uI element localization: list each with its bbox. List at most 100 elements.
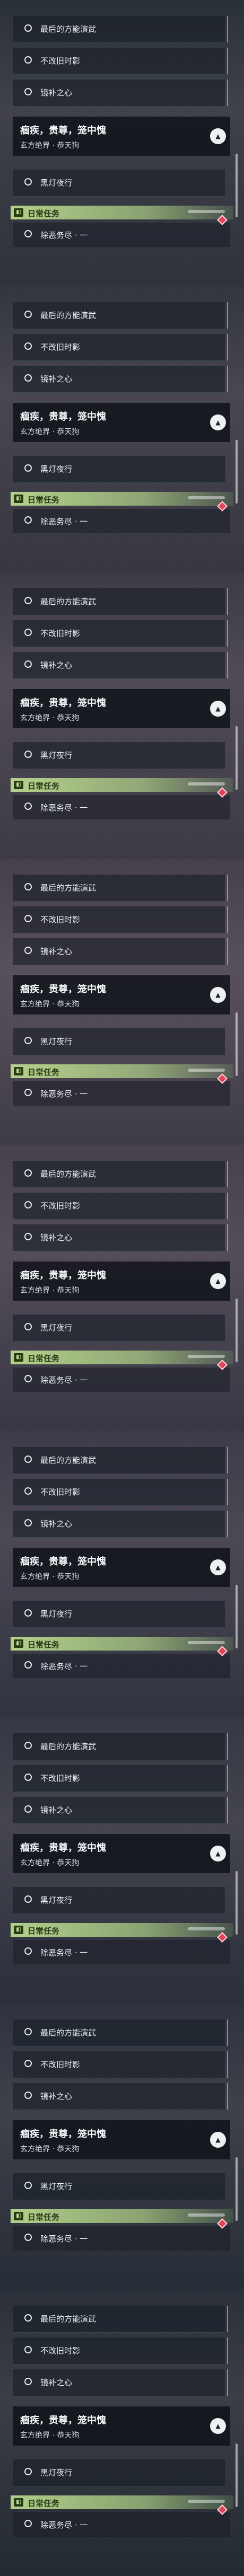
- quest-subtitle: 玄方绝界 · 恭天狗: [20, 142, 80, 150]
- quest-item[interactable]: 不改旧时影: [13, 1479, 228, 1506]
- objective-circle-icon: [24, 88, 32, 95]
- daily-quest-header[interactable]: ◧ 日常任务: [11, 1351, 233, 1364]
- daily-task-item[interactable]: 除恶务尽 · 一: [13, 1073, 230, 1106]
- quest-item[interactable]: 不改旧时影: [13, 1193, 228, 1220]
- quest-title: 痼疾，贵尊，笼中愧: [20, 1556, 106, 1567]
- daily-quest-header[interactable]: ◧ 日常任务: [11, 1064, 233, 1078]
- scrollbar[interactable]: [236, 1299, 238, 1362]
- quest-item[interactable]: 最后的方能演武: [13, 588, 228, 615]
- quest-item[interactable]: 不改旧时影: [13, 906, 228, 933]
- panel-edge: [227, 366, 228, 392]
- daily-task-item[interactable]: 除恶务尽 · 一: [13, 1360, 230, 1392]
- daily-quest-header[interactable]: ◧ 日常任务: [11, 492, 233, 506]
- daily-quest-header[interactable]: ◧ 日常任务: [11, 1923, 233, 1937]
- scrollbar[interactable]: [236, 1871, 238, 1935]
- quest-item[interactable]: 镜补之心: [13, 1224, 228, 1251]
- chevron-up-icon[interactable]: ▲: [210, 1846, 226, 1862]
- daily-quest-header[interactable]: ◧ 日常任务: [11, 1637, 233, 1651]
- scrollbar[interactable]: [236, 440, 238, 504]
- scrollbar[interactable]: [236, 2157, 238, 2221]
- quest-item[interactable]: 镜补之心: [13, 1511, 228, 1538]
- quest-item[interactable]: 镜补之心: [13, 2369, 228, 2396]
- quest-header[interactable]: 痼疾，贵尊，笼中愧 玄方绝界 · 恭天狗 ▲: [13, 1834, 230, 1873]
- daily-quest-icon: ◧: [14, 2498, 23, 2507]
- quest-item[interactable]: 镜补之心: [13, 938, 228, 965]
- quest-item-label: 最后的方能演武: [40, 311, 97, 320]
- daily-quest-header[interactable]: ◧ 日常任务: [11, 2495, 233, 2509]
- quest-item[interactable]: 不改旧时影: [13, 334, 228, 361]
- quest-item[interactable]: 黑灯夜行: [13, 1315, 225, 1342]
- quest-item[interactable]: 黑灯夜行: [13, 170, 225, 197]
- daily-task-item[interactable]: 除恶务尽 · 一: [13, 1932, 230, 1964]
- chevron-up-icon[interactable]: ▲: [210, 2132, 226, 2148]
- quest-item[interactable]: 最后的方能演武: [13, 302, 228, 329]
- quest-item[interactable]: 镜补之心: [13, 366, 228, 393]
- chevron-up-icon[interactable]: ▲: [210, 987, 226, 1003]
- daily-quest-header[interactable]: ◧ 日常任务: [11, 778, 233, 792]
- chevron-up-icon[interactable]: ▲: [210, 128, 226, 144]
- quest-header[interactable]: 痼疾，贵尊，笼中愧 玄方绝界 · 恭天狗 ▲: [13, 117, 230, 156]
- quest-item[interactable]: 黑灯夜行: [13, 1028, 225, 1055]
- chevron-up-icon[interactable]: ▲: [210, 2418, 226, 2434]
- quest-item[interactable]: 镜补之心: [13, 80, 228, 107]
- quest-item[interactable]: 最后的方能演武: [13, 1733, 228, 1760]
- quest-item[interactable]: 黑灯夜行: [13, 2173, 225, 2200]
- objective-circle-icon: [24, 342, 32, 350]
- panel-edge: [227, 80, 228, 106]
- scrollbar[interactable]: [236, 1012, 238, 1076]
- quest-item[interactable]: 黑灯夜行: [13, 2459, 225, 2486]
- quest-item[interactable]: 不改旧时影: [13, 2051, 228, 2078]
- chevron-up-icon[interactable]: ▲: [210, 414, 226, 430]
- objective-circle-icon: [24, 1089, 32, 1096]
- daily-quest-header[interactable]: ◧ 日常任务: [11, 206, 233, 219]
- chevron-up-icon[interactable]: ▲: [210, 1559, 226, 1575]
- scrollbar[interactable]: [236, 154, 238, 217]
- daily-task-item[interactable]: 除恶务尽 · 一: [13, 2504, 230, 2537]
- quest-item[interactable]: 最后的方能演武: [13, 875, 228, 902]
- daily-task-item[interactable]: 除恶务尽 · 一: [13, 2218, 230, 2251]
- quest-item[interactable]: 不改旧时影: [13, 1765, 228, 1792]
- quest-item[interactable]: 不改旧时影: [13, 48, 228, 75]
- quest-item[interactable]: 最后的方能演武: [13, 2306, 228, 2333]
- quest-item[interactable]: 镜补之心: [13, 652, 228, 679]
- daily-quest-icon: ◧: [14, 1353, 23, 1362]
- quest-header[interactable]: 痼疾，贵尊，笼中愧 玄方绝界 · 恭天狗 ▲: [13, 2120, 230, 2159]
- scrollbar[interactable]: [236, 2443, 238, 2507]
- scrollbar[interactable]: [236, 726, 238, 790]
- quest-item[interactable]: 最后的方能演武: [13, 2019, 228, 2046]
- quest-item[interactable]: 黑灯夜行: [13, 742, 225, 769]
- quest-item-label: 黑灯夜行: [40, 464, 73, 474]
- quest-header[interactable]: 痼疾，贵尊，笼中愧 玄方绝界 · 恭天狗 ▲: [13, 403, 230, 442]
- daily-task-item[interactable]: 除恶务尽 · 一: [13, 501, 230, 533]
- quest-item-label: 镜补之心: [40, 947, 73, 956]
- quest-item[interactable]: 不改旧时影: [13, 620, 228, 647]
- daily-task-label: 除恶务尽 · 一: [40, 2234, 88, 2244]
- quest-header[interactable]: 痼疾，贵尊，笼中愧 玄方绝界 · 恭天狗 ▲: [13, 1261, 230, 1301]
- daily-quest-header[interactable]: ◧ 日常任务: [11, 2209, 233, 2223]
- daily-task-item[interactable]: 除恶务尽 · 一: [13, 1646, 230, 1678]
- chevron-up-icon[interactable]: ▲: [210, 701, 226, 717]
- quest-item-label: 不改旧时影: [40, 2346, 81, 2356]
- daily-task-item[interactable]: 除恶务尽 · 一: [13, 787, 230, 819]
- daily-task-item[interactable]: 除恶务尽 · 一: [13, 215, 230, 247]
- quest-header[interactable]: 痼疾，贵尊，笼中愧 玄方绝界 · 恭天狗 ▲: [13, 975, 230, 1014]
- quest-header[interactable]: 痼疾，贵尊，笼中愧 玄方绝界 · 恭天狗 ▲: [13, 1548, 230, 1587]
- quest-item-label: 镜补之心: [40, 1519, 73, 1529]
- quest-item[interactable]: 镜补之心: [13, 1797, 228, 1824]
- quest-header[interactable]: 痼疾，贵尊，笼中愧 玄方绝界 · 恭天狗 ▲: [13, 689, 230, 728]
- quest-item[interactable]: 最后的方能演武: [13, 1447, 228, 1474]
- quest-header[interactable]: 痼疾，贵尊，笼中愧 玄方绝界 · 恭天狗 ▲: [13, 2406, 230, 2446]
- quest-item-label: 不改旧时影: [40, 56, 81, 66]
- quest-item[interactable]: 不改旧时影: [13, 2337, 228, 2365]
- quest-item[interactable]: 镜补之心: [13, 2083, 228, 2110]
- quest-item[interactable]: 黑灯夜行: [13, 1601, 225, 1628]
- quest-item[interactable]: 黑灯夜行: [13, 456, 225, 483]
- chevron-up-icon[interactable]: ▲: [210, 1273, 226, 1289]
- quest-item[interactable]: 黑灯夜行: [13, 1887, 225, 1914]
- daily-quest-label: 日常任务: [28, 2499, 60, 2508]
- quest-item-label: 黑灯夜行: [40, 178, 73, 188]
- quest-item-label: 不改旧时影: [40, 629, 81, 638]
- quest-item[interactable]: 最后的方能演武: [13, 16, 228, 43]
- scrollbar[interactable]: [236, 1585, 238, 1648]
- quest-item[interactable]: 最后的方能演武: [13, 1161, 228, 1188]
